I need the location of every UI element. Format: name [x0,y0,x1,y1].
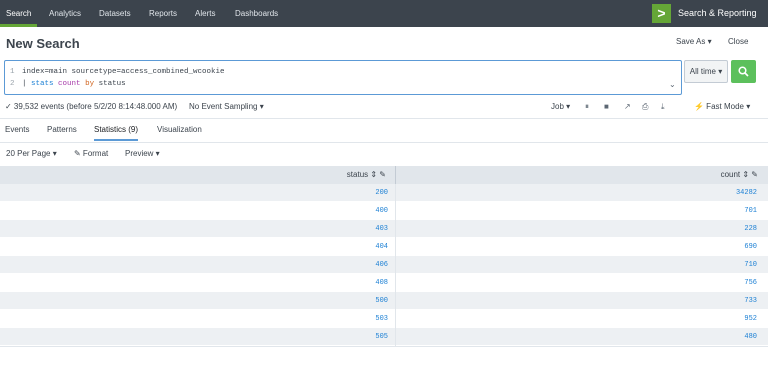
column-divider [395,328,396,346]
nav-analytics[interactable]: Analytics [43,0,87,27]
status-cell[interactable]: 404 [375,238,388,256]
search-mode-dropdown[interactable]: ⚡ Fast Mode ▾ [694,102,750,111]
results-table: status ⇕ ✎ count ⇕ ✎ 200 34282 400 701 403 22… [0,166,768,347]
query-line-2: | stats count by status [22,80,126,88]
count-cell[interactable]: 710 [744,256,757,274]
table-bottom-border [0,346,768,347]
job-menu[interactable]: Job ▾ [551,102,570,111]
tab-patterns[interactable]: Patterns [47,125,77,141]
column-divider [395,166,396,184]
app-title[interactable]: Search & Reporting [678,0,757,27]
status-cell[interactable]: 406 [375,256,388,274]
nav-search[interactable]: Search [0,0,38,27]
column-divider [395,220,396,238]
share-icon[interactable]: ↗ [624,102,631,111]
preview-dropdown[interactable]: Preview ▾ [125,149,160,158]
table-row: 400 701 [0,202,768,220]
column-divider [395,274,396,292]
pause-icon[interactable]: ⏸ [585,102,589,112]
event-count: ✓ 39,532 events (before 5/2/20 8:14:48.0… [5,102,178,111]
count-cell[interactable]: 34282 [736,184,757,202]
column-divider [395,256,396,274]
count-cell[interactable]: 756 [744,274,757,292]
table-row: 408 756 [0,274,768,292]
search-button[interactable] [731,60,756,83]
per-page-dropdown[interactable]: 20 Per Page ▾ [6,149,57,158]
page-title: New Search [6,36,80,51]
event-sampling-dropdown[interactable]: No Event Sampling ▾ [189,102,264,111]
command-token: stats [31,80,54,88]
close-button[interactable]: Close [728,37,748,46]
status-cell[interactable]: 408 [375,274,388,292]
count-cell[interactable]: 480 [744,328,757,346]
search-query-editor[interactable]: 1 2 index=main sourcetype=access_combine… [4,60,682,95]
divider [0,118,768,119]
nav-alerts[interactable]: Alerts [189,0,221,27]
count-cell[interactable]: 952 [744,310,757,328]
search-icon [738,66,749,77]
print-icon[interactable]: ⎙ [642,102,648,112]
table-row: 503 952 [0,310,768,328]
tab-events[interactable]: Events [5,125,29,141]
column-header-status[interactable]: status ⇕ ✎ [347,166,386,184]
column-divider [395,292,396,310]
time-range-picker[interactable]: All time ▾ [684,60,728,83]
query-line-1: index=main sourcetype=access_combined_wc… [22,68,225,76]
column-divider [395,310,396,328]
table-row: 200 34282 [0,184,768,202]
save-as-button[interactable]: Save As ▾ [676,37,712,46]
stop-icon[interactable]: ■ [604,102,609,111]
status-cell[interactable]: 400 [375,202,388,220]
table-row: 406 710 [0,256,768,274]
column-divider [395,202,396,220]
function-token: count [58,80,81,88]
nav-reports[interactable]: Reports [143,0,183,27]
format-button[interactable]: ✎ Format [74,149,108,158]
count-cell[interactable]: 690 [744,238,757,256]
nav-dashboards[interactable]: Dashboards [229,0,284,27]
export-icon[interactable]: ⤓ [661,102,665,112]
table-row: 500 733 [0,292,768,310]
status-cell[interactable]: 503 [375,310,388,328]
table-row: 404 690 [0,238,768,256]
by-keyword-token: by [85,80,95,88]
app-logo-icon[interactable]: > [652,4,671,23]
table-body: 200 34282 400 701 403 228 404 690 406 710 408 756 50… [0,184,768,346]
status-cell[interactable]: 200 [375,184,388,202]
line-number: 1 [10,68,15,76]
count-cell[interactable]: 733 [744,292,757,310]
pipe-token: | [22,80,32,88]
nav-datasets[interactable]: Datasets [93,0,137,27]
job-status-bar: ✓ 39,532 events (before 5/2/20 8:14:48.0… [0,99,768,115]
column-divider [395,238,396,256]
table-header: status ⇕ ✎ count ⇕ ✎ [0,166,768,184]
column-header-count[interactable]: count ⇕ ✎ [721,166,758,184]
tab-divider [0,142,768,143]
count-cell[interactable]: 228 [744,220,757,238]
field-token: status [98,80,126,88]
tab-visualization[interactable]: Visualization [157,125,202,141]
line-number: 2 [10,80,15,88]
table-row: 403 228 [0,220,768,238]
status-cell[interactable]: 500 [375,292,388,310]
tab-statistics[interactable]: Statistics (9) [94,125,139,141]
column-divider [395,184,396,202]
chevron-down-icon[interactable]: ⌄ [669,80,676,89]
count-cell[interactable]: 701 [744,202,757,220]
status-cell[interactable]: 505 [375,328,388,346]
table-row: 505 480 [0,328,768,346]
status-cell[interactable]: 403 [375,220,388,238]
app-bar: Search Analytics Datasets Reports Alerts… [0,0,768,27]
